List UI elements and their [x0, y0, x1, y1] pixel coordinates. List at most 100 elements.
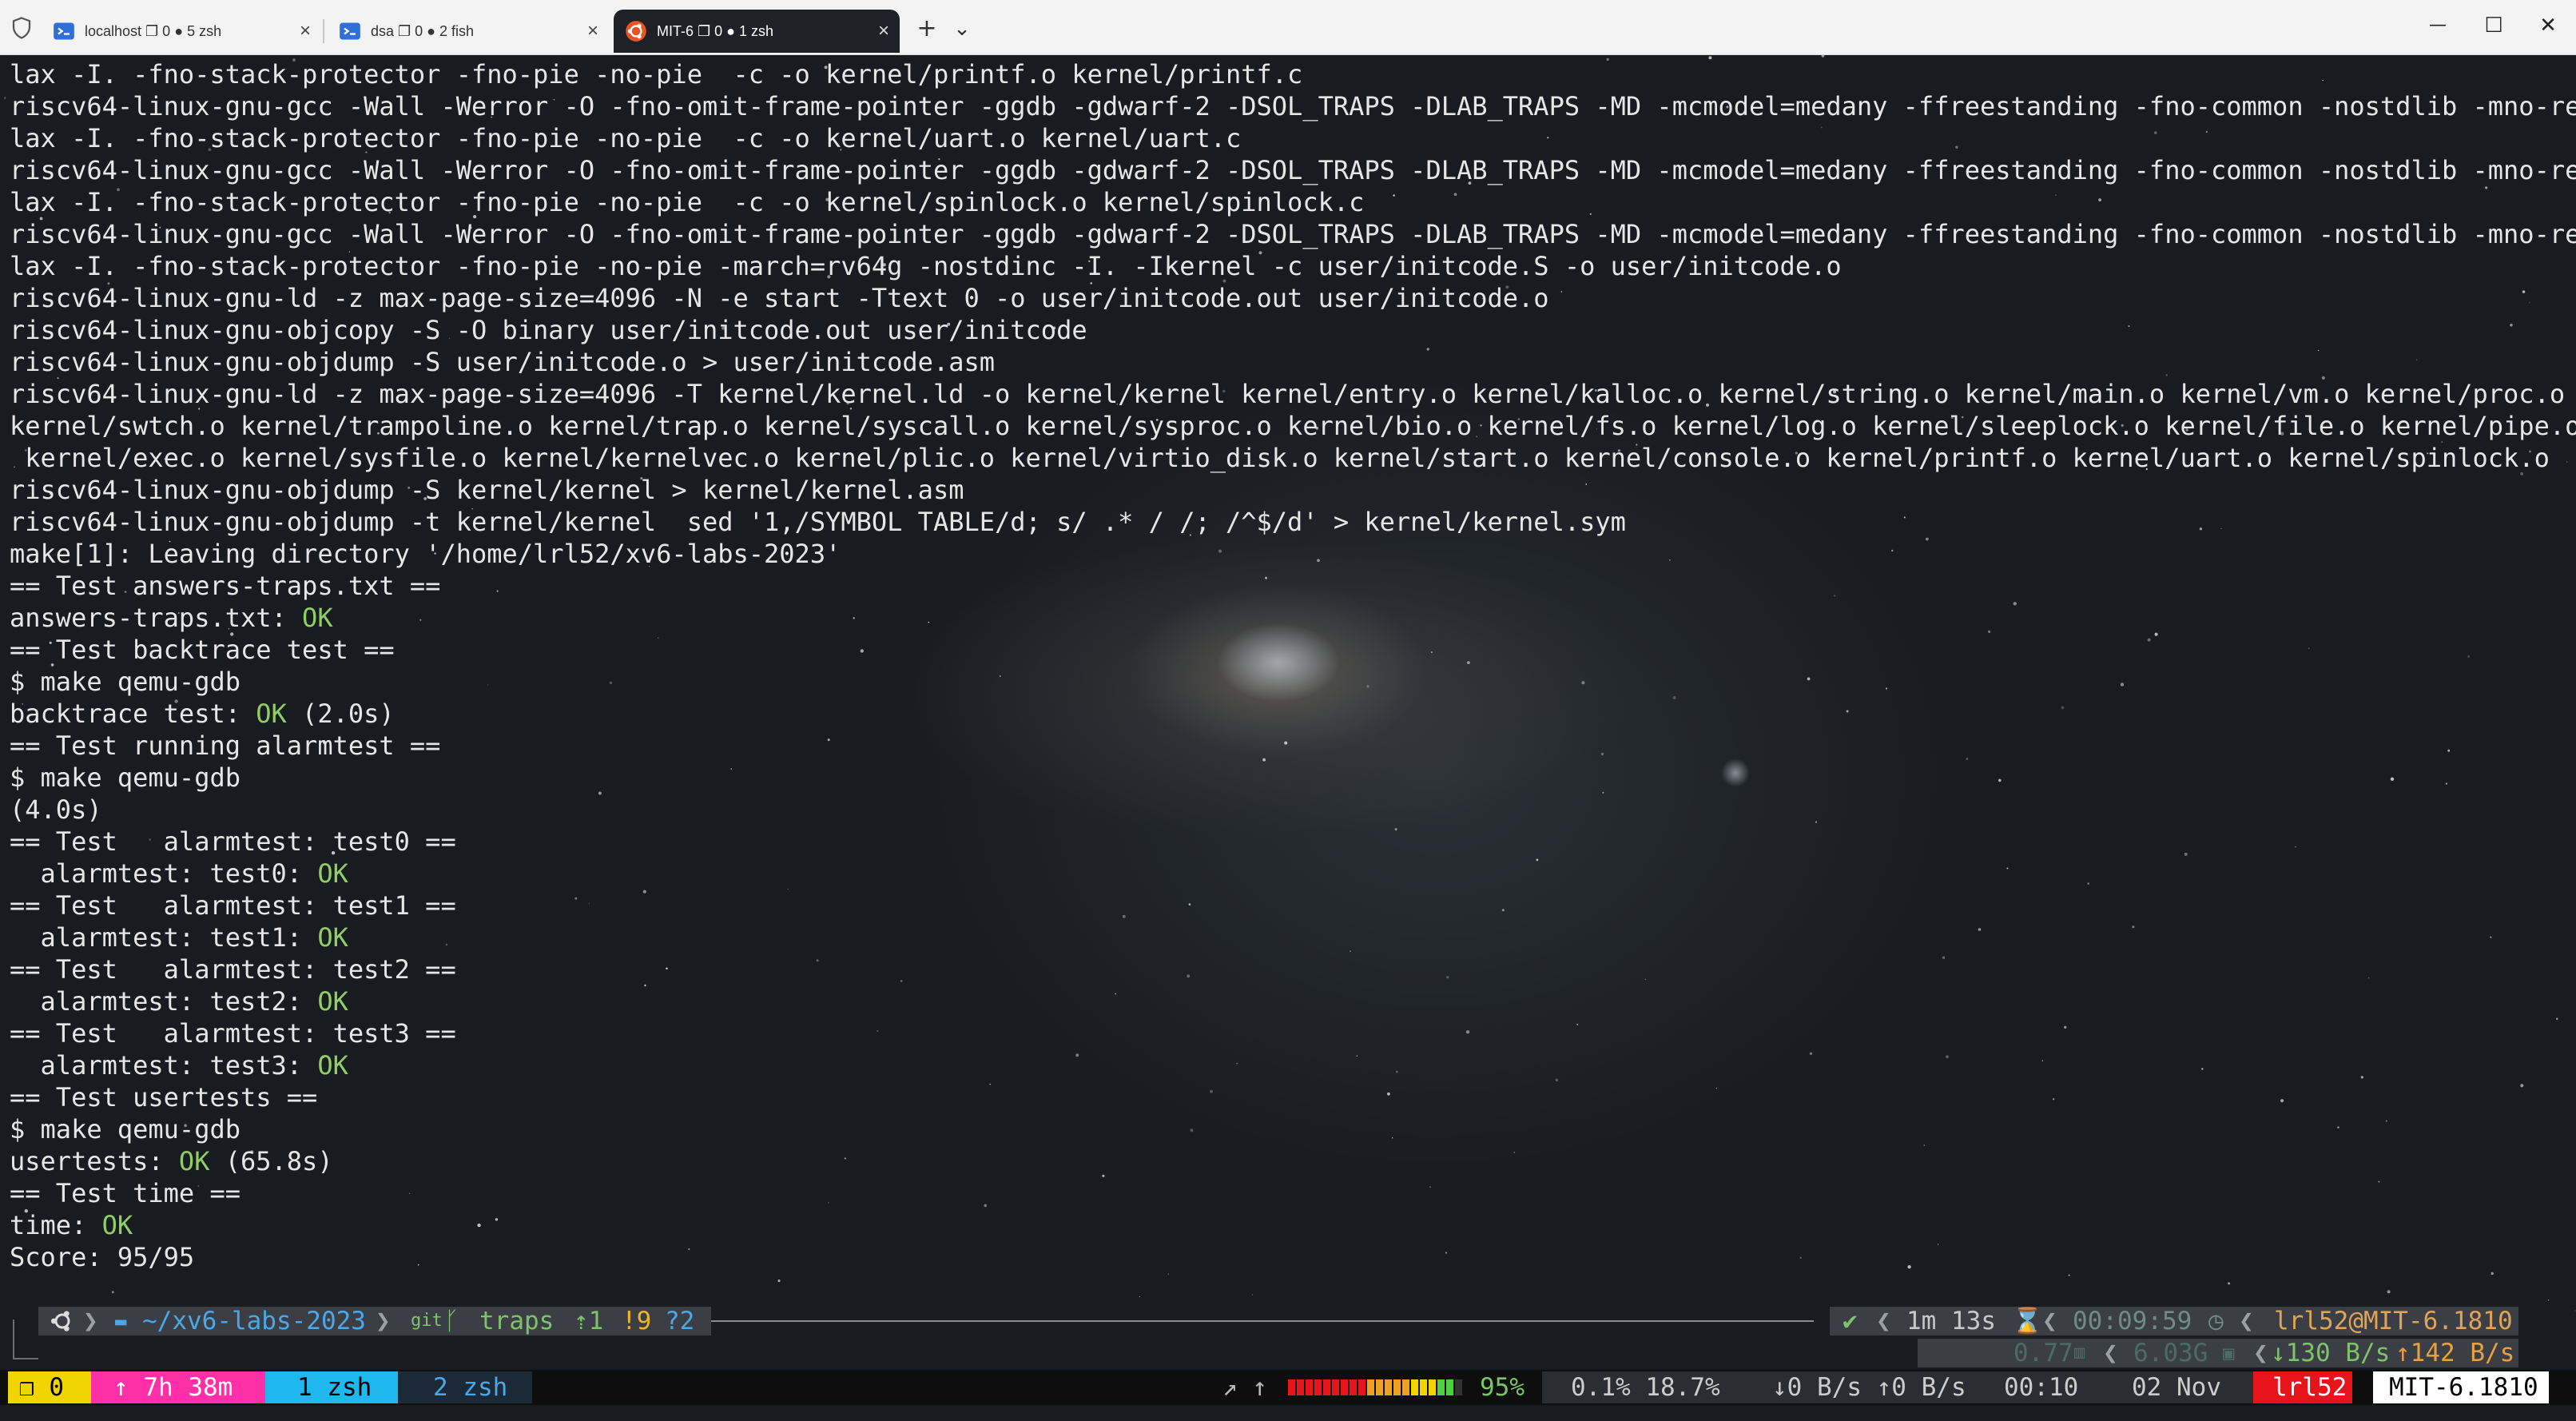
star: [2068, 1274, 2070, 1276]
terminal-line: == Test alarmtest: test0 ==: [10, 826, 2576, 858]
memory-icon: ▣: [2223, 1342, 2235, 1364]
star: [2547, 1299, 2550, 1301]
prompt-clock: 00:09:59: [2073, 1307, 2192, 1335]
line-text: kernel/exec.o kernel/sysfile.o kernel/ke…: [10, 443, 2550, 473]
terminal-line: == Test answers-traps.txt ==: [10, 570, 2576, 602]
line-text: alarmtest: test3:: [10, 1050, 318, 1081]
user-host: lrl52@MIT-6.1810: [2274, 1307, 2513, 1335]
segment-separator: ❮: [2239, 1307, 2254, 1335]
prompt-right-line-2: 0.77 ▥ ❮ 6.03G ▣ ❮ ↓130 B/s ↑142 B/s: [1918, 1337, 2525, 1369]
tab-label: dsa ❐ 0 ● 2 fish: [371, 22, 475, 39]
battery-cell: [1297, 1379, 1304, 1395]
segment-separator: ❮: [1876, 1307, 1891, 1335]
battery-cell: [1385, 1379, 1392, 1395]
close-window-button[interactable]: ✕: [2520, 8, 2576, 43]
prompt-line: ❯ ▬ ~/xv6-labs-2023 ❯ git ᚴ traps ⇡1 !9 …: [0, 1305, 2576, 1339]
net-up: ↑142 B/s: [2395, 1339, 2515, 1367]
terminal-line: kernel/exec.o kernel/sysfile.o kernel/ke…: [10, 442, 2576, 474]
battery-cell: [1402, 1379, 1409, 1395]
line-text: riscv64-linux-gnu-objdump -S kernel/kern…: [10, 475, 964, 505]
line-text: (4.0s): [10, 794, 102, 825]
terminal-line: Score: 95/95: [10, 1241, 2576, 1273]
session-indicator[interactable]: ❐ 0: [19, 1370, 64, 1405]
status-user: lrl52: [2272, 1373, 2347, 1402]
line-text: lax -I. -fno-stack-protector -fno-pie -n…: [10, 123, 1242, 153]
line-text: $ make qemu-gdb: [10, 1114, 241, 1144]
hourglass-icon: ⌛: [2012, 1307, 2043, 1335]
tab-localhost[interactable]: localhost ❐ 0 ● 5 zsh ×: [42, 10, 321, 53]
battery-cell: [1288, 1379, 1295, 1395]
terminal-pane[interactable]: lax -I. -fno-stack-protector -fno-pie -n…: [0, 55, 2576, 1421]
line-text: lax -I. -fno-stack-protector -fno-pie -n…: [10, 187, 1365, 217]
terminal-line: riscv64-linux-gnu-ld -z max-page-size=40…: [10, 378, 2576, 410]
battery-cell: [1332, 1379, 1339, 1395]
terminal-line: riscv64-linux-gnu-ld -z max-page-size=40…: [10, 282, 2576, 314]
terminal-line: alarmtest: test3: OK: [10, 1049, 2576, 1081]
line-text: (2.0s): [286, 699, 395, 729]
load-average: 0.77: [2013, 1339, 2073, 1367]
battery-cell: [1446, 1379, 1453, 1395]
tab-dropdown-button[interactable]: ⌄: [944, 11, 980, 46]
tab-mit6[interactable]: MIT-6 ❐ 0 ● 1 zsh ×: [614, 10, 900, 53]
status-time: 00:10: [2004, 1373, 2079, 1402]
line-text: usertests:: [10, 1146, 179, 1176]
terminal-line: lax -I. -fno-stack-protector -fno-pie -n…: [10, 250, 2576, 282]
terminal-output[interactable]: lax -I. -fno-stack-protector -fno-pie -n…: [10, 58, 2576, 1273]
line-text: answers-traps.txt:: [10, 603, 303, 633]
battery-cell: [1341, 1379, 1348, 1395]
terminal-line: usertests: OK (65.8s): [10, 1145, 2576, 1177]
status-ok-icon: ✔: [1843, 1307, 1858, 1335]
ok-status: OK: [101, 1210, 133, 1240]
close-icon[interactable]: ×: [289, 20, 321, 42]
terminal-line: backtrace test: OK (2.0s): [10, 698, 2576, 730]
terminal-line: answers-traps.txt: OK: [10, 602, 2576, 634]
chart-icon: ▥: [2074, 1343, 2085, 1363]
close-icon[interactable]: ×: [577, 20, 609, 42]
line-text: riscv64-linux-gnu-objdump -S user/initco…: [10, 347, 995, 377]
line-text: riscv64-linux-gnu-ld -z max-page-size=40…: [10, 283, 1549, 313]
tab-label: MIT-6 ❐ 0 ● 1 zsh: [657, 22, 774, 39]
terminal-line: riscv64-linux-gnu-gcc -Wall -Werror -O -…: [10, 90, 2576, 122]
net-speed: ↓0 B/s ↑0 B/s: [1772, 1373, 1966, 1402]
segment-separator: ❯: [83, 1307, 98, 1335]
window-1-zsh[interactable]: 1 zsh: [297, 1370, 372, 1405]
line-text: riscv64-linux-gnu-gcc -Wall -Werror -O -…: [10, 91, 2576, 121]
line-text: lax -I. -fno-stack-protector -fno-pie -n…: [10, 59, 1303, 90]
battery-cell: [1350, 1379, 1357, 1395]
line-text: == Test alarmtest: test1 ==: [10, 890, 456, 921]
terminal-line: == Test alarmtest: test1 ==: [10, 890, 2576, 921]
prompt-left-bg: [38, 1307, 711, 1335]
close-icon[interactable]: ×: [868, 20, 900, 42]
ok-status: OK: [317, 858, 348, 889]
shield-icon[interactable]: [10, 16, 34, 40]
battery-cell: [1306, 1379, 1313, 1395]
terminal-line: riscv64-linux-gnu-gcc -Wall -Werror -O -…: [10, 154, 2576, 186]
star: [4, 97, 6, 99]
terminal-line: $ make qemu-gdb: [10, 762, 2576, 794]
battery-cell: [1393, 1379, 1401, 1395]
new-tab-button[interactable]: +: [909, 11, 944, 46]
line-text: == Test usertests ==: [10, 1082, 318, 1113]
maximize-button[interactable]: ☐: [2466, 8, 2522, 43]
terminal-line: $ make qemu-gdb: [10, 666, 2576, 698]
battery-cell: [1358, 1379, 1366, 1395]
line-text: backtrace test:: [10, 699, 256, 729]
terminal-line: alarmtest: test2: OK: [10, 985, 2576, 1017]
terminal-cursor-box: [13, 1320, 38, 1359]
battery-cell: [1420, 1379, 1427, 1395]
minimize-button[interactable]: —: [2410, 8, 2466, 43]
battery-cell: [1367, 1379, 1374, 1395]
line-text: alarmtest: test2:: [10, 986, 318, 1017]
battery-cell: [1429, 1379, 1436, 1395]
terminal-line: == Test time ==: [10, 1177, 2576, 1209]
window-2-zsh[interactable]: 2 zsh: [433, 1370, 507, 1405]
tab-dsa[interactable]: dsa ❐ 0 ● 2 fish ×: [328, 10, 609, 53]
line-text: Score: 95/95: [10, 1242, 195, 1272]
star: [1251, 1294, 1254, 1296]
terminal-line: alarmtest: test0: OK: [10, 858, 2576, 890]
tab-divider: [323, 19, 324, 43]
line-text: sed '1,/SYMBOL TABLE/d; s/ .* / /; /^$/d…: [671, 507, 1626, 537]
star: [1821, 55, 1825, 58]
line-text: == Test backtrace test ==: [10, 635, 395, 665]
star: [111, 1291, 114, 1294]
